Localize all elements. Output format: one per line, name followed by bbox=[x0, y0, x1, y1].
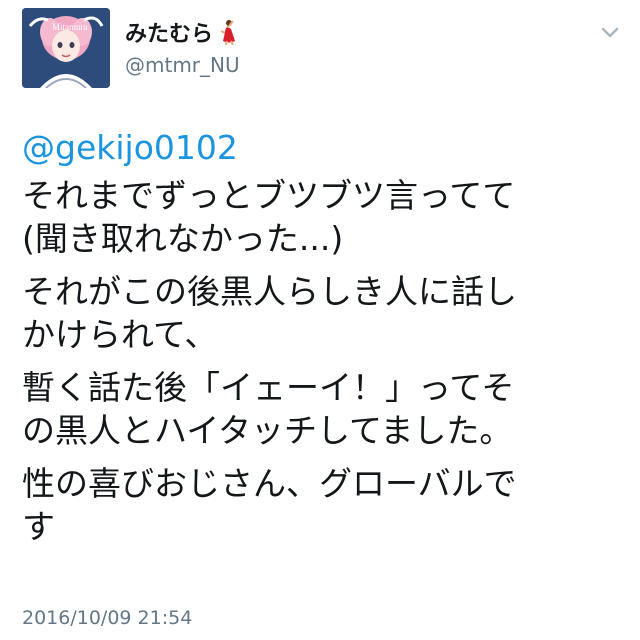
tweet-line: (聞き取れなかった...) bbox=[22, 219, 344, 258]
user-handle[interactable]: @mtmr_NU bbox=[125, 53, 240, 77]
tweet-line: かけられて、 bbox=[22, 315, 218, 354]
avatar-illustration: Mitamura bbox=[22, 8, 110, 88]
tweet-paragraph: それがこの後黒人らしき人に話し かけられて、 bbox=[22, 270, 622, 356]
svg-text:Mitamura: Mitamura bbox=[52, 22, 88, 32]
tweet-paragraph: それまでずっとブツブツ言ってて (聞き取れなかった...) bbox=[22, 174, 622, 260]
display-name[interactable]: みたむら bbox=[125, 16, 239, 51]
tweet-paragraph: 暫く話た後「イェーイ！」ってそ の黒人とハイタッチしてました。 bbox=[22, 366, 622, 452]
tweet-line: の黒人とハイタッチしてました。 bbox=[22, 411, 513, 450]
chevron-down-icon[interactable] bbox=[598, 20, 622, 44]
tweet-line: す bbox=[22, 507, 55, 546]
dancer-emoji-icon bbox=[217, 19, 239, 51]
tweet-line: 性の喜びおじさん、グローバルで bbox=[22, 464, 517, 503]
tweet-line: 暫く話た後「イェーイ！」ってそ bbox=[22, 368, 515, 407]
mention-link[interactable]: @gekijo0102 bbox=[22, 126, 622, 170]
tweet-line: それまでずっとブツブツ言ってて bbox=[22, 176, 516, 215]
tweet-timestamp[interactable]: 2016/10/09 21:54 bbox=[22, 607, 192, 629]
avatar[interactable]: Mitamura bbox=[22, 8, 110, 88]
tweet-body: @gekijo0102 それまでずっとブツブツ言ってて (聞き取れなかった...… bbox=[22, 126, 622, 558]
display-name-text: みたむら bbox=[125, 22, 214, 47]
tweet-paragraph: 性の喜びおじさん、グローバルで す bbox=[22, 462, 622, 548]
tweet-header: Mitamura みたむら @mtmr_NU bbox=[22, 8, 622, 92]
tweet-line: それがこの後黒人らしき人に話し bbox=[22, 272, 517, 311]
